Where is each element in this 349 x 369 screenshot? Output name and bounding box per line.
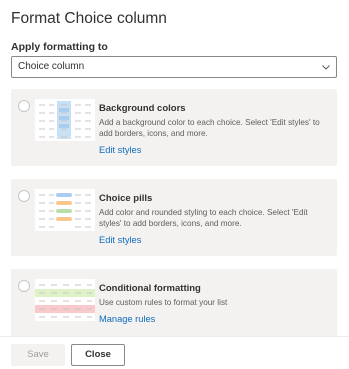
option-card-background-colors[interactable]: Background colors Add a background color…: [11, 89, 337, 166]
option-description-choice-pills: Add color and rounded styling to each ch…: [99, 208, 308, 228]
apply-formatting-dropdown[interactable]: Choice column: [11, 56, 337, 78]
conditional-formatting-preview-icon: [35, 279, 95, 321]
formatting-options-list[interactable]: Background colors Add a background color…: [0, 84, 349, 336]
panel-title: Format Choice column: [11, 10, 167, 27]
option-title-background-colors: Background colors: [99, 103, 186, 114]
option-title-choice-pills: Choice pills: [99, 193, 153, 204]
radio-conditional-formatting[interactable]: [18, 280, 30, 292]
background-colors-preview-icon: [35, 99, 95, 141]
manage-rules-link[interactable]: Manage rules: [99, 314, 155, 324]
option-card-choice-pills[interactable]: Choice pills Add color and rounded styli…: [11, 179, 337, 256]
apply-formatting-value: Choice column: [18, 61, 85, 72]
option-description-conditional-formatting: Use custom rules to format your list: [99, 298, 228, 307]
chevron-down-icon: [322, 65, 330, 70]
save-button[interactable]: Save: [11, 344, 65, 366]
option-description-background-colors: Add a background color to each choice. S…: [99, 118, 320, 138]
choice-pills-preview-icon: [35, 189, 95, 231]
apply-formatting-label: Apply formatting to: [11, 41, 108, 53]
edit-styles-link-choice-pills[interactable]: Edit styles: [99, 235, 141, 245]
option-title-conditional-formatting: Conditional formatting: [99, 283, 201, 294]
radio-choice-pills[interactable]: [18, 190, 30, 202]
edit-styles-link-background-colors[interactable]: Edit styles: [99, 145, 141, 155]
footer-divider: [0, 336, 349, 337]
radio-background-colors[interactable]: [18, 100, 30, 112]
option-card-conditional-formatting[interactable]: Conditional formatting Use custom rules …: [11, 269, 337, 336]
close-button[interactable]: Close: [71, 344, 125, 366]
